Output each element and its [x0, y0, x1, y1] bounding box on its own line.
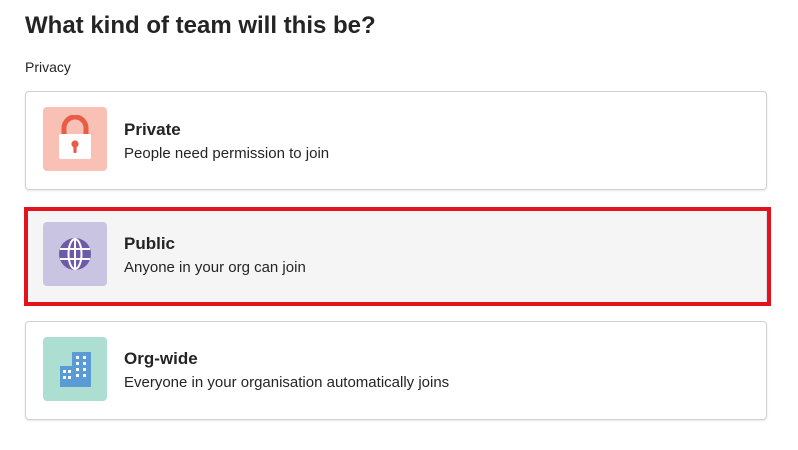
private-tile [43, 107, 107, 171]
option-private[interactable]: Private People need permission to join [25, 91, 767, 190]
lock-icon [59, 115, 91, 159]
option-title: Org-wide [124, 349, 198, 368]
org-wide-tile [43, 337, 107, 401]
team-type-page: What kind of team will this be? Privacy … [0, 0, 798, 450]
option-title: Private [124, 120, 181, 139]
public-tile [43, 222, 107, 286]
option-description: People need permission to join [124, 145, 330, 162]
privacy-label: Privacy [25, 59, 71, 75]
option-description: Everyone in your organisation automatica… [124, 374, 450, 391]
globe-icon [59, 238, 91, 270]
page-title: What kind of team will this be? [25, 12, 376, 39]
option-org-wide[interactable]: Org-wide Everyone in your organisation a… [25, 321, 767, 420]
option-public[interactable]: Public Anyone in your org can join [25, 207, 767, 304]
option-title: Public [124, 234, 176, 253]
building-icon [60, 352, 91, 387]
option-description: Anyone in your org can join [124, 259, 306, 276]
